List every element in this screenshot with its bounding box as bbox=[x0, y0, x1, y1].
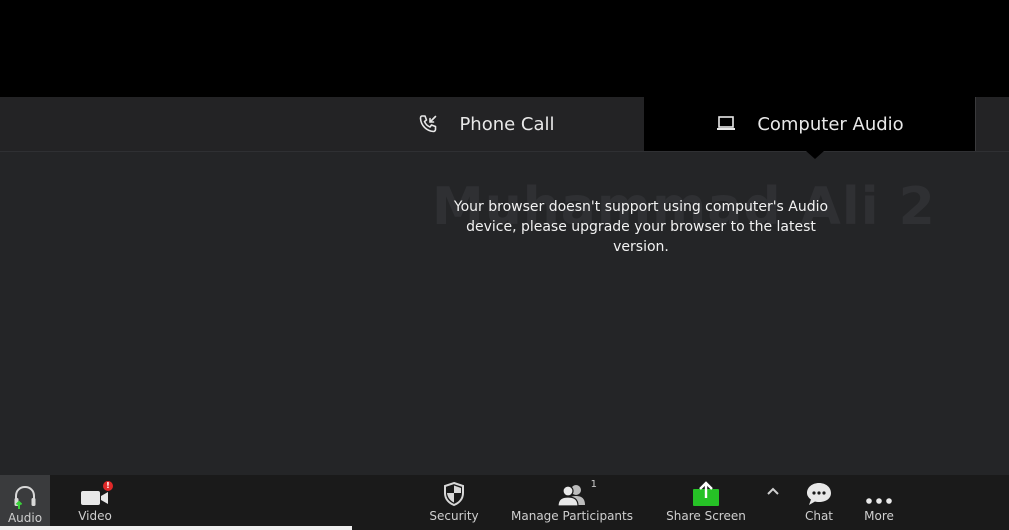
more-button[interactable]: More bbox=[856, 475, 902, 530]
chat-button[interactable]: Chat bbox=[796, 475, 842, 530]
users-icon: 1 bbox=[557, 475, 597, 507]
chat-bubble-icon bbox=[805, 475, 833, 507]
tab-phone-call-label: Phone Call bbox=[459, 113, 555, 135]
share-options-caret[interactable] bbox=[762, 481, 784, 499]
audio-option-tabs: Phone Call Computer Audio bbox=[0, 97, 1009, 152]
share-screen-label: Share Screen bbox=[666, 509, 746, 523]
top-black-bar bbox=[0, 0, 1009, 97]
audio-unsupported-message: Your browser doesn't support using compu… bbox=[453, 199, 829, 255]
laptop-icon bbox=[715, 113, 737, 135]
tab-computer-audio-label: Computer Audio bbox=[757, 113, 904, 135]
more-button-label: More bbox=[864, 509, 894, 523]
meeting-main-area: Phone Call Computer Audio Muhammad Ali 2… bbox=[0, 97, 1009, 475]
share-screen-icon bbox=[692, 475, 720, 507]
bottom-scroll-strip bbox=[0, 526, 352, 530]
video-alert-badge: ! bbox=[103, 481, 113, 491]
tab-computer-audio[interactable]: Computer Audio bbox=[644, 97, 975, 151]
tab-phone-call[interactable]: Phone Call bbox=[330, 97, 642, 151]
manage-participants-label: Manage Participants bbox=[511, 509, 633, 523]
meeting-toolbar: Audio ! Video Security 1 Manage Particip… bbox=[0, 475, 1009, 530]
audio-button-label: Audio bbox=[7, 511, 43, 525]
share-screen-button[interactable]: Share Screen bbox=[662, 475, 750, 530]
video-button-label: Video bbox=[78, 509, 112, 523]
manage-participants-button[interactable]: 1 Manage Participants bbox=[508, 475, 636, 530]
security-button-label: Security bbox=[429, 509, 479, 523]
audio-button[interactable]: Audio bbox=[0, 475, 50, 530]
video-camera-icon: ! bbox=[80, 475, 113, 507]
chat-button-label: Chat bbox=[804, 509, 834, 523]
headphones-icon bbox=[13, 475, 37, 509]
caret-up-icon bbox=[766, 481, 780, 500]
video-button[interactable]: ! Video bbox=[70, 475, 120, 530]
phone-incoming-icon bbox=[417, 113, 439, 135]
ellipsis-icon bbox=[864, 475, 894, 507]
participants-count: 1 bbox=[590, 479, 597, 490]
shield-icon bbox=[443, 475, 465, 507]
selected-tab-pointer bbox=[806, 151, 824, 159]
security-button[interactable]: Security bbox=[424, 475, 484, 530]
